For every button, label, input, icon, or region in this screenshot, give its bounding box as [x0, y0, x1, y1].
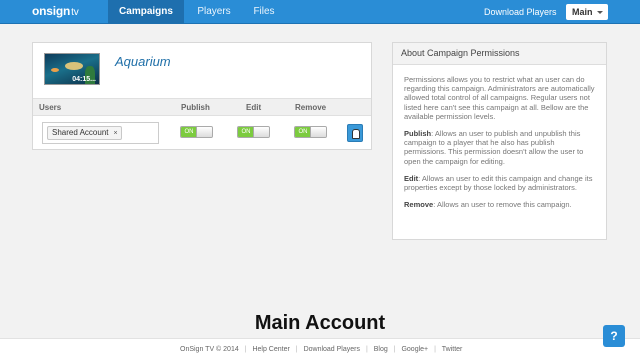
top-navbar: onsigntv Campaigns Players Files Downloa…	[0, 0, 640, 24]
edit-toggle-state: ON	[238, 127, 254, 137]
toggle-knob	[253, 127, 269, 137]
footer-separator: |	[393, 346, 396, 353]
edit-description: Edit: Allows an user to edit this campai…	[404, 174, 595, 192]
download-players-link[interactable]: Download Players	[484, 0, 557, 24]
about-intro: Permissions allows you to restrict what …	[404, 75, 595, 121]
publish-desc: : Allows an user to publish and unpublis…	[404, 129, 584, 166]
edit-desc: : Allows an user to edit this campaign a…	[404, 173, 593, 193]
logo-suffix: tv	[71, 7, 79, 18]
footer-separator: |	[244, 346, 247, 353]
chevron-down-icon	[597, 11, 603, 14]
publish-term: Publish	[404, 129, 432, 139]
thumbnail-time: 04:15...	[72, 76, 96, 83]
remove-toggle-state: ON	[295, 127, 311, 137]
footer-separator: |	[365, 346, 368, 353]
remove-description: Remove: Allows an user to remove this ca…	[404, 200, 595, 209]
help-button[interactable]: ?	[603, 325, 625, 347]
footer-links: OnSign TV © 2014 | Help Center | Downloa…	[180, 346, 466, 353]
permissions-table-header: Users Publish Edit Remove	[33, 98, 371, 116]
column-edit: Edit	[246, 103, 262, 112]
publish-toggle[interactable]: ON	[180, 126, 213, 138]
account-menu-button[interactable]: Main	[566, 4, 608, 20]
footer-link-twitter[interactable]: Twitter	[442, 346, 463, 353]
about-permissions-panel: About Campaign Permissions Permissions a…	[392, 42, 607, 240]
campaign-thumbnail[interactable]: 04:15...	[44, 53, 100, 85]
footer-link-blog[interactable]: Blog	[374, 346, 388, 353]
remove-user-icon[interactable]: ×	[113, 130, 117, 137]
remove-desc: : Allows an user to remove this campaign…	[433, 200, 572, 210]
column-remove: Remove	[295, 103, 327, 112]
user-tag: Shared Account ×	[47, 126, 122, 140]
user-select-input[interactable]: Shared Account ×	[42, 122, 159, 144]
publish-description: Publish: Allows an user to publish and u…	[404, 129, 595, 166]
footer-copyright: OnSign TV © 2014	[180, 346, 239, 353]
tab-campaigns[interactable]: Campaigns	[108, 0, 184, 24]
save-button[interactable]	[347, 124, 363, 142]
about-panel-title: About Campaign Permissions	[393, 43, 606, 65]
toggle-knob	[310, 127, 326, 137]
footer: OnSign TV © 2014 | Help Center | Downloa…	[0, 338, 640, 360]
remove-toggle[interactable]: ON	[294, 126, 327, 138]
footer-link-download-players[interactable]: Download Players	[304, 346, 360, 353]
account-menu-label: Main	[572, 7, 593, 17]
remove-term: Remove	[404, 200, 434, 210]
edit-term: Edit	[404, 173, 419, 183]
user-tag-label: Shared Account	[52, 128, 109, 137]
thumbnail-fish-small	[51, 68, 59, 72]
video-caption: Main Account	[254, 312, 386, 334]
hand-cursor-icon	[352, 129, 360, 139]
footer-separator: |	[434, 346, 436, 353]
campaign-title[interactable]: Aquarium	[115, 54, 171, 69]
toggle-knob	[196, 127, 212, 137]
tab-files[interactable]: Files	[248, 0, 280, 24]
footer-separator: |	[295, 346, 298, 353]
column-users: Users	[39, 103, 62, 112]
column-publish: Publish	[181, 103, 210, 112]
edit-toggle[interactable]: ON	[237, 126, 270, 138]
onsign-logo[interactable]: onsigntv	[32, 4, 79, 20]
footer-link-google-plus[interactable]: Google+	[401, 346, 428, 353]
footer-link-help-center[interactable]: Help Center	[252, 346, 289, 353]
publish-toggle-state: ON	[181, 127, 197, 137]
thumbnail-fish	[65, 62, 83, 70]
campaign-card: 04:15... Aquarium Users Publish Edit Rem…	[32, 42, 372, 150]
logo-text: onsign	[32, 4, 71, 18]
tab-players[interactable]: Players	[192, 0, 236, 24]
about-panel-body: Permissions allows you to restrict what …	[393, 65, 606, 209]
